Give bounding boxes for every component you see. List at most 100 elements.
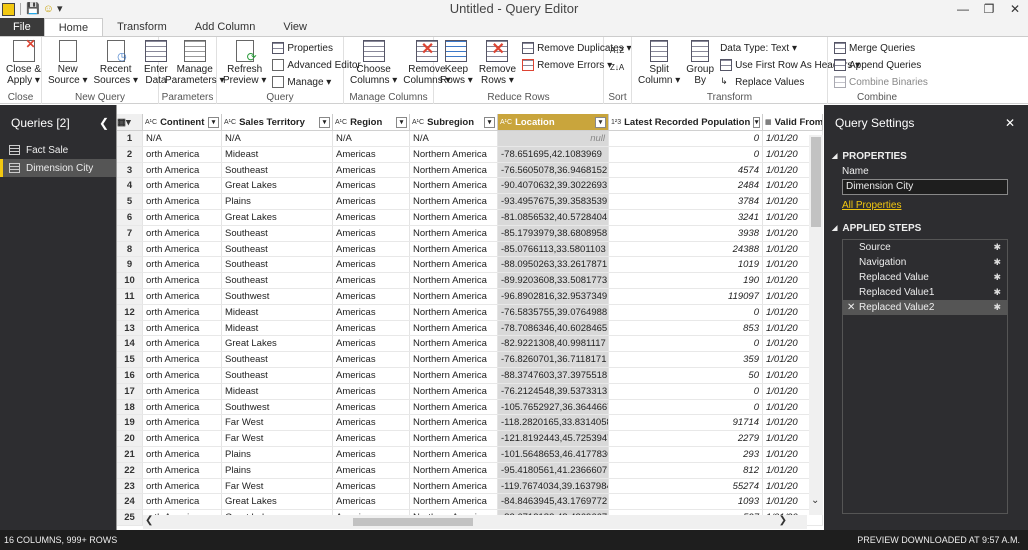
cell-continent[interactable]: orth America bbox=[143, 273, 222, 288]
recent-sources-button[interactable]: ◷ Recent Sources ▾ bbox=[90, 38, 140, 92]
cell-region[interactable]: Americas bbox=[333, 162, 410, 178]
cell-continent[interactable]: orth America bbox=[143, 178, 222, 194]
vertical-scrollbar[interactable]: ⌄ bbox=[809, 135, 823, 515]
cell-population[interactable]: 359 bbox=[609, 352, 763, 367]
cell-continent[interactable]: orth America bbox=[143, 146, 222, 162]
cell-subregion[interactable]: Northern America bbox=[410, 415, 498, 431]
applied-steps-section-header[interactable]: ◢ APPLIED STEPS bbox=[824, 221, 1028, 235]
cell-continent[interactable]: orth America bbox=[143, 478, 222, 494]
cell-population[interactable]: 0 bbox=[609, 383, 763, 399]
keep-rows-button[interactable]: Keep Rows ▾ bbox=[437, 38, 476, 92]
table-row[interactable]: 8 orth America Southeast Americas Northern A… bbox=[117, 241, 823, 258]
cell-sales-territory[interactable]: Southwest bbox=[222, 399, 333, 415]
cell-population[interactable]: 812 bbox=[609, 462, 763, 478]
table-row[interactable]: 13 orth America Mideast Americas Northern Am… bbox=[117, 320, 823, 337]
cell-region[interactable]: Americas bbox=[333, 478, 410, 494]
filter-dropdown-icon[interactable]: ▾ bbox=[208, 116, 219, 128]
query-name-input[interactable]: Dimension City bbox=[842, 179, 1008, 195]
restore-button[interactable]: ❐ bbox=[976, 0, 1002, 18]
table-row[interactable]: 21 orth America Plains Americas Northern Ame… bbox=[117, 446, 823, 463]
cell-population[interactable]: 0 bbox=[609, 336, 763, 352]
cell-population[interactable]: 2279 bbox=[609, 431, 763, 446]
tab-file[interactable]: File bbox=[0, 18, 44, 36]
cell-subregion[interactable]: Northern America bbox=[410, 304, 498, 320]
cell-continent[interactable]: orth America bbox=[143, 367, 222, 383]
column-header-location[interactable]: A¹C Location ▾ bbox=[498, 114, 609, 130]
cell-region[interactable]: Americas bbox=[333, 146, 410, 162]
cell-subregion[interactable]: Northern America bbox=[410, 209, 498, 225]
cell-location[interactable]: -78.651695,42.1083969 bbox=[498, 146, 609, 162]
step-replaced-value2[interactable]: ✕ Replaced Value2 ✱ bbox=[843, 300, 1007, 315]
cell-region[interactable]: Americas bbox=[333, 446, 410, 462]
delete-step-icon[interactable]: ✕ bbox=[847, 302, 855, 313]
table-menu-icon[interactable]: ▦▾ bbox=[117, 114, 143, 130]
cell-subregion[interactable]: Northern America bbox=[410, 194, 498, 209]
cell-subregion[interactable]: Northern America bbox=[410, 399, 498, 415]
cell-location[interactable]: -85.0766113,33.5801103 bbox=[498, 241, 609, 257]
filter-dropdown-icon[interactable]: ▾ bbox=[484, 116, 495, 128]
cell-location[interactable]: -82.9221308,40.9981117 bbox=[498, 336, 609, 352]
cell-subregion[interactable]: Northern America bbox=[410, 446, 498, 462]
cell-continent[interactable]: orth America bbox=[143, 399, 222, 415]
horizontal-scroll-thumb[interactable] bbox=[353, 518, 473, 526]
step-replaced-value[interactable]: Replaced Value ✱ bbox=[843, 270, 1007, 285]
cell-sales-territory[interactable]: Southeast bbox=[222, 273, 333, 288]
cell-location[interactable]: null bbox=[498, 131, 609, 146]
append-queries-button[interactable]: Append Queries bbox=[834, 57, 928, 73]
cell-continent[interactable]: orth America bbox=[143, 320, 222, 336]
cell-sales-territory[interactable]: Great Lakes bbox=[222, 336, 333, 352]
table-row[interactable]: 15 orth America Southeast Americas Northern … bbox=[117, 352, 823, 368]
column-header-latest-recorded-population[interactable]: 1²3 Latest Recorded Population ▾ bbox=[609, 114, 763, 130]
cell-region[interactable]: Americas bbox=[333, 336, 410, 352]
cell-population[interactable]: 1093 bbox=[609, 494, 763, 510]
cell-subregion[interactable]: Northern America bbox=[410, 257, 498, 273]
column-header-region[interactable]: A¹C Region ▾ bbox=[333, 114, 410, 130]
cell-region[interactable]: Americas bbox=[333, 304, 410, 320]
scroll-right-arrow-icon[interactable]: ❯ bbox=[779, 515, 787, 526]
group-by-button[interactable]: Group By bbox=[683, 38, 717, 92]
minimize-button[interactable]: — bbox=[950, 0, 976, 18]
query-item-fact-sale[interactable]: Fact Sale bbox=[0, 141, 116, 159]
table-row[interactable]: 14 orth America Great Lakes Americas Norther… bbox=[117, 336, 823, 353]
cell-region[interactable]: Americas bbox=[333, 273, 410, 288]
cell-region[interactable]: Americas bbox=[333, 209, 410, 225]
cell-continent[interactable]: orth America bbox=[143, 383, 222, 399]
horizontal-scrollbar[interactable]: ❮ ❯ bbox=[143, 515, 807, 529]
cell-region[interactable]: Americas bbox=[333, 399, 410, 415]
cell-sales-territory[interactable]: Mideast bbox=[222, 383, 333, 399]
cell-continent[interactable]: orth America bbox=[143, 288, 222, 304]
scroll-left-arrow-icon[interactable]: ❮ bbox=[145, 515, 153, 526]
new-source-button[interactable]: New Source ▾ bbox=[45, 38, 90, 92]
cell-location[interactable]: -76.5835755,39.0764988 bbox=[498, 304, 609, 320]
close-window-button[interactable]: ✕ bbox=[1002, 0, 1028, 18]
cell-continent[interactable]: orth America bbox=[143, 225, 222, 241]
tab-home[interactable]: Home bbox=[43, 18, 104, 36]
cell-location[interactable]: -85.1793979,38.6808958 bbox=[498, 225, 609, 241]
cell-location[interactable]: -95.4180561,41.2366607 bbox=[498, 462, 609, 478]
cell-sales-territory[interactable]: Great Lakes bbox=[222, 209, 333, 225]
cell-continent[interactable]: orth America bbox=[143, 431, 222, 446]
cell-population[interactable]: 3241 bbox=[609, 209, 763, 225]
cell-subregion[interactable]: Northern America bbox=[410, 462, 498, 478]
cell-location[interactable]: -96.8902816,32.9537349 bbox=[498, 288, 609, 304]
cell-sales-territory[interactable]: Mideast bbox=[222, 320, 333, 336]
cell-location[interactable]: -105.7652927,36.3644667 bbox=[498, 399, 609, 415]
cell-subregion[interactable]: Northern America bbox=[410, 352, 498, 367]
column-header-valid-from[interactable]: ▦ Valid From bbox=[763, 114, 823, 130]
close-apply-button[interactable]: ✕ Close & Apply ▾ bbox=[3, 37, 44, 92]
cell-population[interactable]: 853 bbox=[609, 320, 763, 336]
cell-region[interactable]: Americas bbox=[333, 494, 410, 510]
cell-subregion[interactable]: Northern America bbox=[410, 320, 498, 336]
cell-region[interactable]: Americas bbox=[333, 367, 410, 383]
cell-subregion[interactable]: Northern America bbox=[410, 146, 498, 162]
table-row[interactable]: 6 orth America Great Lakes Americas Northern… bbox=[117, 209, 823, 226]
cell-continent[interactable]: orth America bbox=[143, 162, 222, 178]
cell-continent[interactable]: orth America bbox=[143, 352, 222, 367]
cell-region[interactable]: Americas bbox=[333, 383, 410, 399]
table-row[interactable]: 19 orth America Far West Americas Northern A… bbox=[117, 415, 823, 432]
cell-sales-territory[interactable]: Southeast bbox=[222, 162, 333, 178]
cell-population[interactable]: 3938 bbox=[609, 225, 763, 241]
save-icon[interactable]: 💾 bbox=[26, 2, 40, 16]
merge-queries-button[interactable]: Merge Queries bbox=[834, 40, 928, 56]
table-row[interactable]: 16 orth America Southeast Americas Northern … bbox=[117, 367, 823, 384]
